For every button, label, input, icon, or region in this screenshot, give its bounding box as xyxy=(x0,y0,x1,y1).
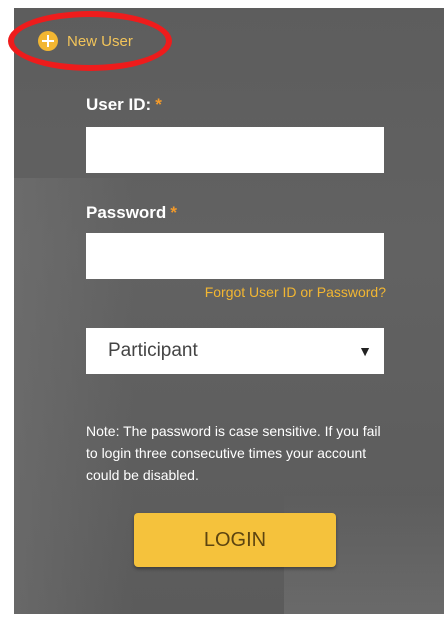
user-id-input[interactable] xyxy=(86,127,384,173)
password-input[interactable] xyxy=(86,233,384,279)
password-note: Note: The password is case sensitive. If… xyxy=(86,423,381,483)
user-id-label-text: User ID: xyxy=(86,95,152,114)
caret-down-icon: ▼ xyxy=(358,343,372,359)
forgot-credentials-link[interactable]: Forgot User ID or Password? xyxy=(205,284,386,300)
role-select-value: Participant xyxy=(108,340,198,361)
password-label-text: Password xyxy=(86,203,167,222)
role-select[interactable]: Participant ▼ xyxy=(86,328,384,374)
new-user-label: New User xyxy=(67,32,133,50)
new-user-link[interactable]: New User xyxy=(38,31,133,51)
user-id-label: User ID: * xyxy=(86,95,162,115)
page-frame: New User User ID: * Password * Forgot Us… xyxy=(0,0,444,620)
plus-circle-icon xyxy=(38,31,58,51)
required-mark: * xyxy=(155,95,162,114)
required-mark: * xyxy=(170,203,177,222)
login-button[interactable]: LOGIN xyxy=(134,513,336,567)
password-label: Password * xyxy=(86,203,177,223)
